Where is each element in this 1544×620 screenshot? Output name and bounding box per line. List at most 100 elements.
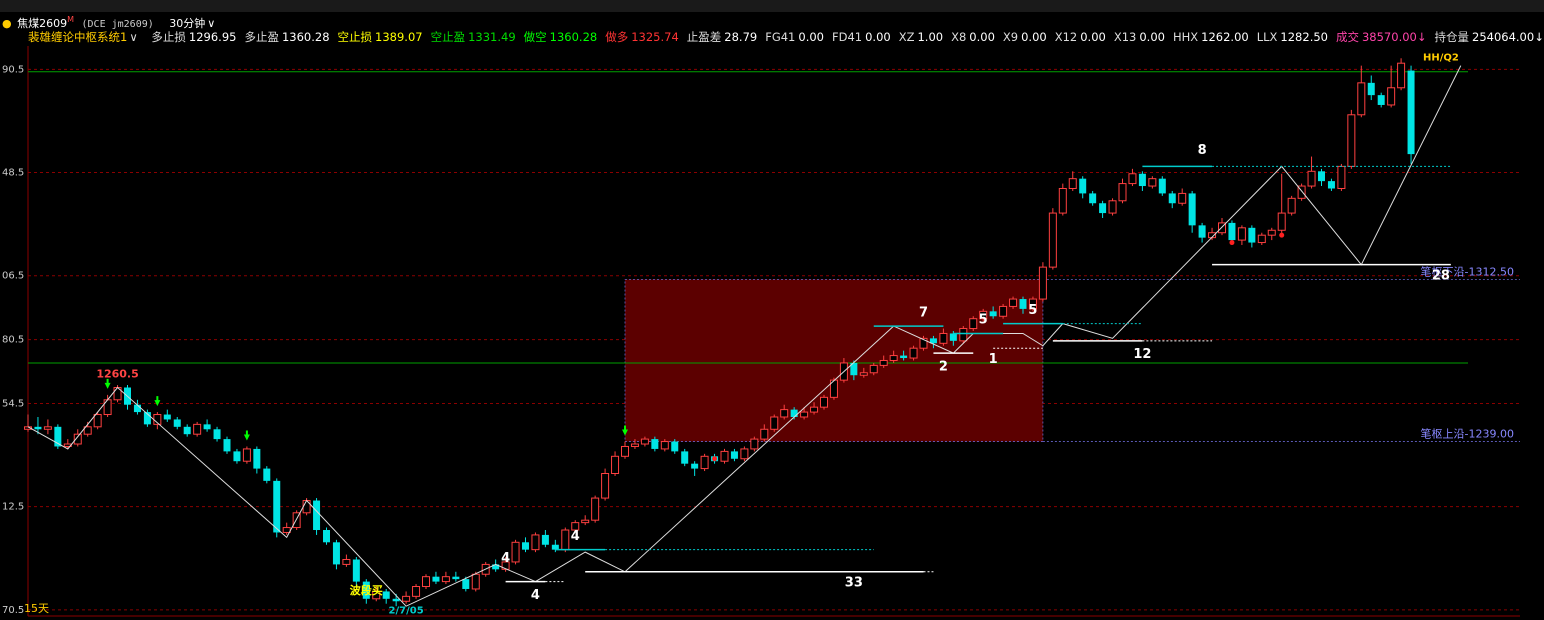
candle [1337, 163, 1346, 191]
candle [1228, 220, 1236, 243]
candle [581, 515, 590, 526]
candle-body [640, 438, 649, 445]
candle-body [1318, 171, 1325, 182]
chart-annotation: 4 [501, 551, 510, 566]
candle-body [103, 399, 112, 416]
candle-body [1267, 229, 1276, 236]
candle [1058, 183, 1067, 216]
candle-body [820, 396, 828, 408]
candle [522, 537, 529, 553]
chart-annotation: 1260.5 [96, 368, 138, 381]
y-tick-label: 80.5 [2, 335, 24, 346]
candle [432, 571, 440, 585]
candle-body [1367, 82, 1375, 96]
candle-body [1009, 298, 1018, 307]
candle-body [34, 426, 42, 430]
candlestick-chart[interactable]: 笔枢下沿-1312.50笔枢上沿-1239.00 1260.5444337251… [0, 0, 1544, 620]
candle-body [959, 328, 968, 342]
candle [1198, 222, 1206, 243]
candle [342, 554, 351, 567]
candle-body [939, 332, 948, 344]
candle-body [591, 497, 600, 521]
candle [601, 468, 610, 501]
candle-body [681, 451, 689, 464]
signal-dot-icon [1229, 240, 1235, 246]
pivot-bottom-label: 笔枢上沿-1239.00 [1421, 427, 1514, 441]
candle [720, 448, 729, 464]
candle-body [352, 559, 360, 582]
candle-body [700, 455, 709, 470]
candle [382, 588, 390, 604]
candle-body [392, 598, 400, 602]
candle [323, 527, 330, 545]
candle-body [263, 468, 271, 481]
candle [422, 574, 430, 589]
candle-body [1108, 200, 1117, 214]
candle-body [660, 441, 669, 450]
candle [34, 416, 42, 435]
candle-body [382, 591, 390, 599]
candle-body [989, 311, 997, 317]
candle-body [1089, 193, 1097, 204]
candle-body [1118, 183, 1127, 202]
candle [1108, 198, 1117, 216]
candle [292, 510, 301, 531]
candle-body [1158, 178, 1166, 194]
pivot-zone-box [624, 279, 1044, 442]
chart-annotation: 28 [1432, 268, 1450, 283]
candle [681, 448, 689, 467]
chart-annotation: 7 [919, 305, 928, 320]
chart-annotation: 波段买 [350, 583, 383, 597]
candle [242, 446, 251, 464]
candle [1357, 65, 1366, 118]
candle [1038, 262, 1047, 302]
candle-body [1277, 212, 1286, 231]
candle-body [1387, 87, 1396, 106]
chart-annotation: 4 [571, 529, 580, 544]
candle [1297, 183, 1306, 201]
candle-body [1099, 203, 1107, 214]
candle [223, 436, 231, 454]
candle [1188, 190, 1196, 233]
candle-body [750, 438, 759, 450]
chart-annotation: 1 [989, 352, 998, 367]
candle [263, 466, 271, 484]
candle-body [1377, 95, 1385, 105]
candle [740, 446, 749, 462]
candle-body [671, 441, 679, 452]
candle [770, 414, 779, 432]
candle-body [720, 450, 729, 462]
candle [1158, 176, 1166, 196]
chart-annotation: 8 [1198, 143, 1207, 158]
candle-body [522, 542, 529, 550]
candle [73, 429, 82, 447]
candle [1307, 156, 1316, 189]
candle [820, 394, 828, 410]
chart-annotation: HH/Q2 [1423, 53, 1459, 64]
chart-annotation: 12 [1133, 347, 1151, 362]
candle-body [1148, 178, 1157, 187]
candle-body [1327, 181, 1335, 189]
candle-body [800, 411, 809, 418]
candle-body [323, 530, 330, 543]
candle-body [402, 595, 411, 602]
candle [1407, 65, 1415, 164]
period-label: 15天 [24, 602, 49, 615]
candle-body [999, 305, 1008, 317]
candle-body [223, 439, 231, 452]
signal-dot-icon [1279, 232, 1285, 238]
candle [103, 394, 112, 417]
candle [1237, 225, 1246, 246]
candle-body [452, 576, 460, 580]
candle [43, 419, 52, 435]
candle-body [531, 534, 540, 551]
candle-body [1178, 192, 1187, 204]
candle [124, 385, 131, 410]
candle-body [1237, 227, 1246, 241]
candle-body [441, 576, 450, 583]
candle-body [969, 318, 978, 330]
candle [213, 426, 221, 442]
candle-body [691, 463, 699, 469]
candle [24, 414, 32, 432]
candle [203, 419, 211, 432]
